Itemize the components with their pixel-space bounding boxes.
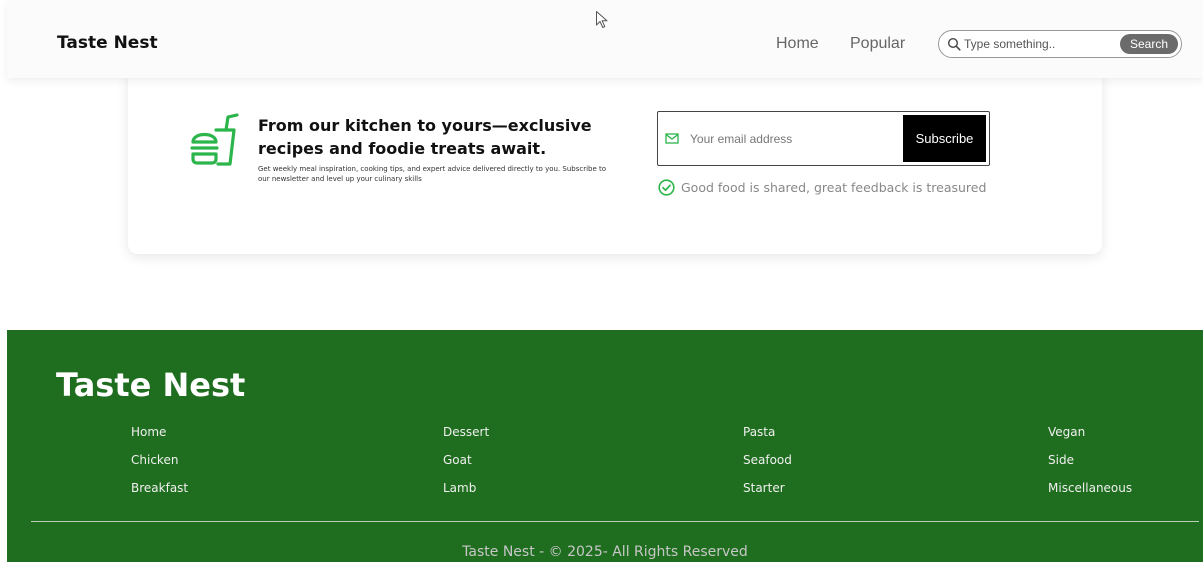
burger-drink-icon <box>190 113 239 166</box>
footer-link-miscellaneous[interactable]: Miscellaneous <box>1048 481 1132 495</box>
newsletter-description: Get weekly meal inspiration, cooking tip… <box>258 165 607 183</box>
mouse-cursor-icon <box>596 11 608 28</box>
footer-link-vegan[interactable]: Vegan <box>1048 425 1085 439</box>
footer-brand[interactable]: Taste Nest <box>56 366 245 404</box>
copyright-text: Taste Nest - © 2025- All Rights Reserved <box>462 544 748 560</box>
footer-link-goat[interactable]: Goat <box>443 453 472 467</box>
footer-link-dessert[interactable]: Dessert <box>443 425 489 439</box>
nav-link-popular[interactable]: Popular <box>850 35 905 53</box>
search-input[interactable] <box>964 35 1114 53</box>
footer-link-chicken[interactable]: Chicken <box>131 453 178 467</box>
newsletter-card: From our kitchen to yours—exclusive reci… <box>128 70 1102 254</box>
search-icon <box>947 37 961 51</box>
email-input[interactable] <box>690 130 890 148</box>
footer-link-seafood[interactable]: Seafood <box>743 453 792 467</box>
footer: Taste Nest Home Chicken Breakfast Desser… <box>7 330 1203 562</box>
email-form: Subscribe <box>657 111 990 166</box>
check-circle-icon <box>658 179 675 196</box>
nav-link-home[interactable]: Home <box>776 35 819 53</box>
footer-link-side[interactable]: Side <box>1048 453 1074 467</box>
footer-link-lamb[interactable]: Lamb <box>443 481 476 495</box>
footer-link-pasta[interactable]: Pasta <box>743 425 775 439</box>
search-bar: Search <box>938 30 1182 58</box>
footer-divider <box>31 521 1199 522</box>
brand-logo[interactable]: Taste Nest <box>57 33 158 53</box>
footer-link-starter[interactable]: Starter <box>743 481 785 495</box>
footer-link-home[interactable]: Home <box>131 425 166 439</box>
subscribe-button[interactable]: Subscribe <box>903 115 986 162</box>
newsletter-headline: From our kitchen to yours—exclusive reci… <box>258 116 592 158</box>
mail-icon <box>665 133 679 144</box>
search-button[interactable]: Search <box>1120 34 1178 54</box>
footer-link-breakfast[interactable]: Breakfast <box>131 481 188 495</box>
feedback-note: Good food is shared, great feedback is t… <box>681 180 987 195</box>
left-edge-strip <box>0 0 7 562</box>
